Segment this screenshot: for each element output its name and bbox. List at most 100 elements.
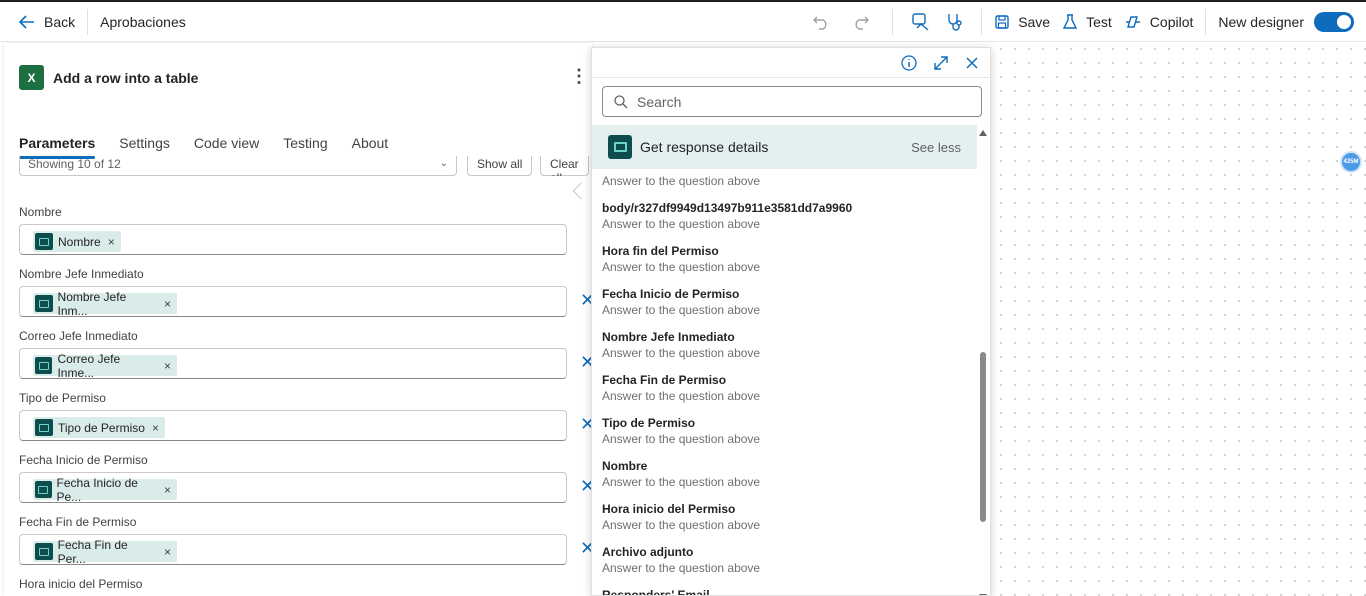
remove-token-icon[interactable]: × <box>108 235 115 249</box>
item-desc: Answer to the question above <box>602 346 761 360</box>
flow-name-label: Aprobaciones <box>100 13 186 30</box>
see-less-link[interactable]: See less <box>911 140 961 155</box>
panel-tabs: Parameters Settings Code view Testing Ab… <box>19 135 389 159</box>
list-item[interactable]: Hora inicio del Permiso Answer to the qu… <box>602 502 972 532</box>
flow-name: Aprobaciones <box>88 2 198 42</box>
scrollbar-thumb[interactable] <box>980 352 986 522</box>
save-button[interactable]: Save <box>982 2 1062 42</box>
flow-checker-icon[interactable] <box>911 12 931 32</box>
close-icon[interactable] <box>964 54 980 72</box>
divider <box>1205 9 1207 35</box>
item-title: Hora inicio del Permiso <box>602 502 736 516</box>
dynamic-content-popup: Search Get response details See less Cor… <box>591 47 991 596</box>
action-header: X Add a row into a table <box>19 65 198 90</box>
clear-all-button[interactable]: Clear all <box>540 156 589 176</box>
list-item[interactable]: Archivo adjunto Answer to the question a… <box>602 545 972 575</box>
test-flask-icon <box>1062 13 1078 31</box>
undo-icon[interactable] <box>812 14 830 30</box>
tab-code-view[interactable]: Code view <box>194 135 259 157</box>
token-label: Nombre <box>58 234 101 249</box>
token-label: Fecha Inicio de Pe... <box>56 475 138 504</box>
dynamic-token[interactable]: Fecha Inicio de Pe... × <box>33 476 177 504</box>
forms-icon <box>35 419 53 436</box>
back-button[interactable]: Back <box>0 2 87 42</box>
item-title: Tipo de Permiso <box>602 416 696 430</box>
dynamic-token[interactable]: Nombre × <box>33 231 121 252</box>
field-input-fecha-fin[interactable]: Fecha Fin de Per... × <box>19 534 567 566</box>
info-icon[interactable] <box>900 54 918 72</box>
field-input-tipo-permiso[interactable]: Tipo de Permiso × <box>19 410 567 441</box>
remove-token-icon[interactable]: × <box>164 545 171 559</box>
list-item[interactable]: Tipo de Permiso Answer to the question a… <box>602 416 972 446</box>
forms-icon <box>35 543 53 560</box>
item-desc: Answer to the question above <box>602 432 761 446</box>
forms-icon <box>35 481 52 498</box>
dynamic-token[interactable]: Tipo de Permiso × <box>33 417 165 438</box>
forms-icon <box>35 295 53 312</box>
section-get-response-details[interactable]: Get response details See less <box>592 125 977 169</box>
field-label-tipo-permiso: Tipo de Permiso <box>19 391 106 405</box>
field-input-correo-jefe[interactable]: Correo Jefe Inme... × <box>19 348 567 380</box>
token-label: Tipo de Permiso <box>58 420 145 435</box>
forms-icon <box>35 357 53 374</box>
list-item[interactable]: body/r327df9949d13497b911e3581dd7a9960 A… <box>602 201 972 231</box>
list-item[interactable]: Hora fin del Permiso Answer to the quest… <box>602 244 972 274</box>
scroll-up-icon[interactable] <box>979 130 987 136</box>
item-title: Archivo adjunto <box>602 545 694 559</box>
search-icon <box>613 94 629 110</box>
list-item[interactable]: Responders' Email <box>602 588 972 595</box>
field-label-fecha-fin: Fecha Fin de Permiso <box>19 515 137 529</box>
item-desc: Answer to the question above <box>602 217 761 231</box>
item-desc: Answer to the question above <box>602 174 761 188</box>
save-label: Save <box>1018 14 1051 30</box>
back-label: Back <box>44 13 76 30</box>
forms-icon <box>608 135 632 159</box>
tab-settings[interactable]: Settings <box>119 135 170 157</box>
advanced-params-row: Showing 10 of 12 ⌄ Show all Clear all <box>19 156 589 176</box>
remove-token-icon[interactable]: × <box>164 483 171 497</box>
popup-scrollbar[interactable] <box>979 130 987 595</box>
copilot-label: Copilot <box>1149 14 1194 30</box>
popup-header-icons <box>900 54 980 72</box>
list-item[interactable]: Nombre Answer to the question above <box>602 459 972 489</box>
showing-text: Showing 10 of 12 <box>28 157 121 171</box>
new-designer-toggle[interactable] <box>1314 12 1354 32</box>
dynamic-token[interactable]: Fecha Fin de Per... × <box>33 538 177 566</box>
item-desc: Answer to the question above <box>602 475 761 489</box>
remove-token-icon[interactable]: × <box>164 297 171 311</box>
kebab-icon[interactable]: ⋮ <box>570 67 588 85</box>
popup-header <box>592 48 990 78</box>
redo-icon[interactable] <box>852 14 870 30</box>
list-item[interactable]: Fecha Fin de Permiso Answer to the quest… <box>602 373 972 403</box>
tab-parameters[interactable]: Parameters <box>19 135 96 159</box>
dynamic-token[interactable]: Nombre Jefe Inm... × <box>33 290 177 318</box>
item-title: Fecha Inicio de Permiso <box>602 287 740 301</box>
field-label-nombre: Nombre <box>19 205 62 219</box>
field-input-nombre[interactable]: Nombre × <box>19 224 567 255</box>
list-item[interactable]: Nombre Jefe Inmediato Answer to the ques… <box>602 330 972 360</box>
collaborator-avatar[interactable]: 425M <box>1340 151 1362 173</box>
field-input-nombre-jefe[interactable]: Nombre Jefe Inm... × <box>19 286 567 318</box>
test-button[interactable]: Test <box>1062 2 1124 42</box>
field-input-fecha-inicio[interactable]: Fecha Inicio de Pe... × <box>19 472 567 504</box>
item-desc: Answer to the question above <box>602 518 761 532</box>
show-all-button[interactable]: Show all <box>467 156 533 176</box>
save-icon <box>994 14 1010 30</box>
dynamic-token[interactable]: Correo Jefe Inme... × <box>33 352 177 380</box>
search-placeholder: Search <box>637 93 682 110</box>
tab-testing[interactable]: Testing <box>283 135 327 157</box>
remove-token-icon[interactable]: × <box>164 359 171 373</box>
excel-icon: X <box>19 65 44 90</box>
tab-about[interactable]: About <box>352 135 389 157</box>
stethoscope-icon[interactable] <box>945 12 965 32</box>
copilot-button[interactable]: Copilot <box>1124 2 1206 42</box>
top-command-bar: Back Aprobaciones Save Test Copilot New … <box>0 0 1366 42</box>
token-label: Fecha Fin de Per... <box>57 537 128 566</box>
list-item[interactable]: Fecha Inicio de Permiso Answer to the qu… <box>602 287 972 317</box>
expand-icon[interactable] <box>932 54 950 72</box>
remove-token-icon[interactable]: × <box>152 421 159 435</box>
search-input[interactable]: Search <box>602 86 982 117</box>
advanced-params-select[interactable]: Showing 10 of 12 ⌄ <box>19 156 457 176</box>
token-label: Nombre Jefe Inm... <box>57 289 127 318</box>
item-title: Nombre Jefe Inmediato <box>602 330 735 344</box>
